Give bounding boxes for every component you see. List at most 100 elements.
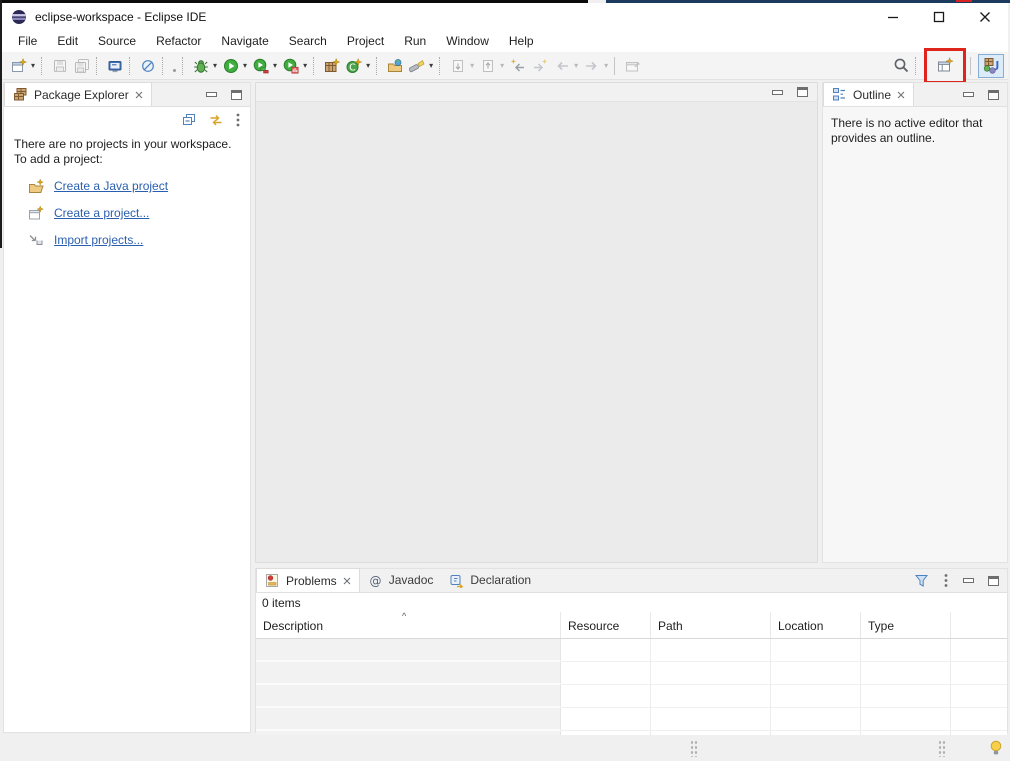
column-header-type[interactable]: Type: [861, 612, 951, 638]
empty-workspace-text-line2: To add a project:: [14, 152, 103, 166]
new-java-class-dropdown[interactable]: ▾: [365, 61, 373, 70]
new-java-class-icon: C: [346, 57, 363, 73]
run-button[interactable]: [220, 54, 242, 78]
skip-all-breakpoints-button[interactable]: [137, 54, 159, 78]
import-projects-link[interactable]: Import projects...: [54, 233, 143, 247]
console-button[interactable]: [104, 54, 126, 78]
menu-item-refactor[interactable]: Refactor: [146, 31, 211, 51]
toolbar-overflow-dot: [173, 69, 177, 72]
menu-item-file[interactable]: File: [8, 31, 47, 51]
editor-area: [255, 82, 818, 563]
tab-problems[interactable]: Problems: [256, 568, 360, 592]
next-annotation-button[interactable]: [447, 54, 469, 78]
coverage-dropdown[interactable]: ▾: [272, 61, 280, 70]
column-header-description[interactable]: Description: [256, 612, 561, 638]
debug-button[interactable]: [190, 54, 212, 78]
title-bar: eclipse-workspace - Eclipse IDE: [2, 3, 1008, 30]
save-all-button[interactable]: [71, 54, 93, 78]
menu-item-window[interactable]: Window: [436, 31, 499, 51]
forward-button[interactable]: [581, 54, 603, 78]
profile-icon: [283, 58, 299, 73]
new-wizard-icon: [12, 57, 27, 72]
problems-table-header: ^ Description Resource Path Location Typ…: [256, 612, 1007, 639]
table-row: [256, 662, 1007, 685]
tab-package-explorer[interactable]: Package Explorer: [4, 82, 152, 106]
tab-declaration[interactable]: Declaration: [441, 568, 539, 592]
back-button[interactable]: [551, 54, 573, 78]
quick-search-button[interactable]: [890, 54, 912, 78]
maximize-button[interactable]: [916, 3, 962, 30]
minimize-button[interactable]: [870, 3, 916, 30]
sort-indicator: ^: [402, 611, 407, 621]
status-drag-handle[interactable]: [938, 740, 946, 757]
close-tab-icon[interactable]: [897, 91, 905, 99]
create-java-project-row: Create a Java project: [28, 178, 240, 194]
minimize-view-button[interactable]: [206, 92, 217, 97]
menu-item-run[interactable]: Run: [394, 31, 436, 51]
close-tab-icon[interactable]: [135, 91, 143, 99]
status-drag-handle[interactable]: [690, 740, 698, 757]
open-perspective-button[interactable]: [934, 54, 956, 78]
close-tab-icon[interactable]: [343, 577, 351, 585]
collapse-all-icon[interactable]: [181, 112, 197, 128]
search-torch-button[interactable]: [406, 54, 428, 78]
tab-outline[interactable]: Outline: [823, 82, 915, 106]
new-wizard-button[interactable]: [8, 54, 30, 78]
search-torch-dropdown[interactable]: ▾: [428, 61, 436, 70]
minimize-view-button[interactable]: [963, 92, 974, 97]
create-project-link[interactable]: Create a project...: [54, 206, 149, 220]
new-java-class-button[interactable]: C: [343, 54, 365, 78]
previous-annotation-button[interactable]: [477, 54, 499, 78]
window-top-border-red-fragment: [956, 0, 972, 2]
menu-item-help[interactable]: Help: [499, 31, 544, 51]
tab-javadoc[interactable]: @ Javadoc: [360, 568, 442, 592]
profile-dropdown[interactable]: ▾: [302, 61, 310, 70]
menu-item-project[interactable]: Project: [337, 31, 394, 51]
maximize-view-button[interactable]: [231, 89, 242, 100]
close-button[interactable]: [962, 3, 1008, 30]
filter-icon[interactable]: [914, 573, 929, 588]
main-toolbar: ▾ ▾ ▾ ▾ ▾ C ▾ ▾ ▾ ▾ ▾ ▾ J: [2, 47, 1008, 84]
forward-arrow-icon: [586, 61, 597, 70]
view-menu-icon[interactable]: [943, 573, 949, 588]
previous-annotation-dropdown[interactable]: ▾: [499, 61, 507, 70]
menu-item-navigate[interactable]: Navigate: [211, 31, 278, 51]
declaration-icon: [450, 574, 464, 588]
pin-editor-button[interactable]: [622, 54, 644, 78]
link-with-editor-icon[interactable]: [208, 112, 224, 128]
view-menu-icon[interactable]: [235, 112, 241, 128]
menu-item-source[interactable]: Source: [88, 31, 146, 51]
notification-lightbulb-icon[interactable]: [988, 739, 1004, 757]
menu-item-search[interactable]: Search: [279, 31, 337, 51]
java-perspective-button[interactable]: J: [978, 53, 1004, 78]
table-row: [256, 685, 1007, 708]
svg-text:@: @: [369, 574, 381, 588]
new-java-project-button[interactable]: [321, 54, 343, 78]
new-wizard-dropdown[interactable]: ▾: [30, 61, 38, 70]
minimize-view-button[interactable]: [963, 578, 974, 583]
save-button[interactable]: [49, 54, 71, 78]
column-header-location[interactable]: Location: [771, 612, 861, 638]
next-annotation-dropdown[interactable]: ▾: [469, 61, 477, 70]
maximize-view-button[interactable]: [988, 89, 999, 100]
maximize-editor-button[interactable]: [797, 87, 808, 97]
profile-button[interactable]: [280, 54, 302, 78]
previous-edit-location-button[interactable]: [507, 54, 529, 78]
forward-dropdown[interactable]: ▾: [603, 61, 611, 70]
menu-item-edit[interactable]: Edit: [47, 31, 88, 51]
coverage-icon: [253, 58, 269, 73]
next-edit-location-button[interactable]: [529, 54, 551, 78]
run-dropdown[interactable]: ▾: [242, 61, 250, 70]
pin-editor-icon: [626, 61, 641, 71]
column-header-resource[interactable]: Resource: [561, 612, 651, 638]
create-java-project-link[interactable]: Create a Java project: [54, 179, 168, 193]
debug-dropdown[interactable]: ▾: [212, 61, 220, 70]
open-task-button[interactable]: [384, 54, 406, 78]
editor-tabbar: [256, 83, 817, 102]
coverage-button[interactable]: [250, 54, 272, 78]
column-header-path[interactable]: Path: [651, 612, 771, 638]
back-dropdown[interactable]: ▾: [573, 61, 581, 70]
package-explorer-content: There are no projects in your workspace.…: [4, 133, 250, 252]
minimize-editor-button[interactable]: [772, 89, 783, 95]
maximize-view-button[interactable]: [988, 575, 999, 586]
